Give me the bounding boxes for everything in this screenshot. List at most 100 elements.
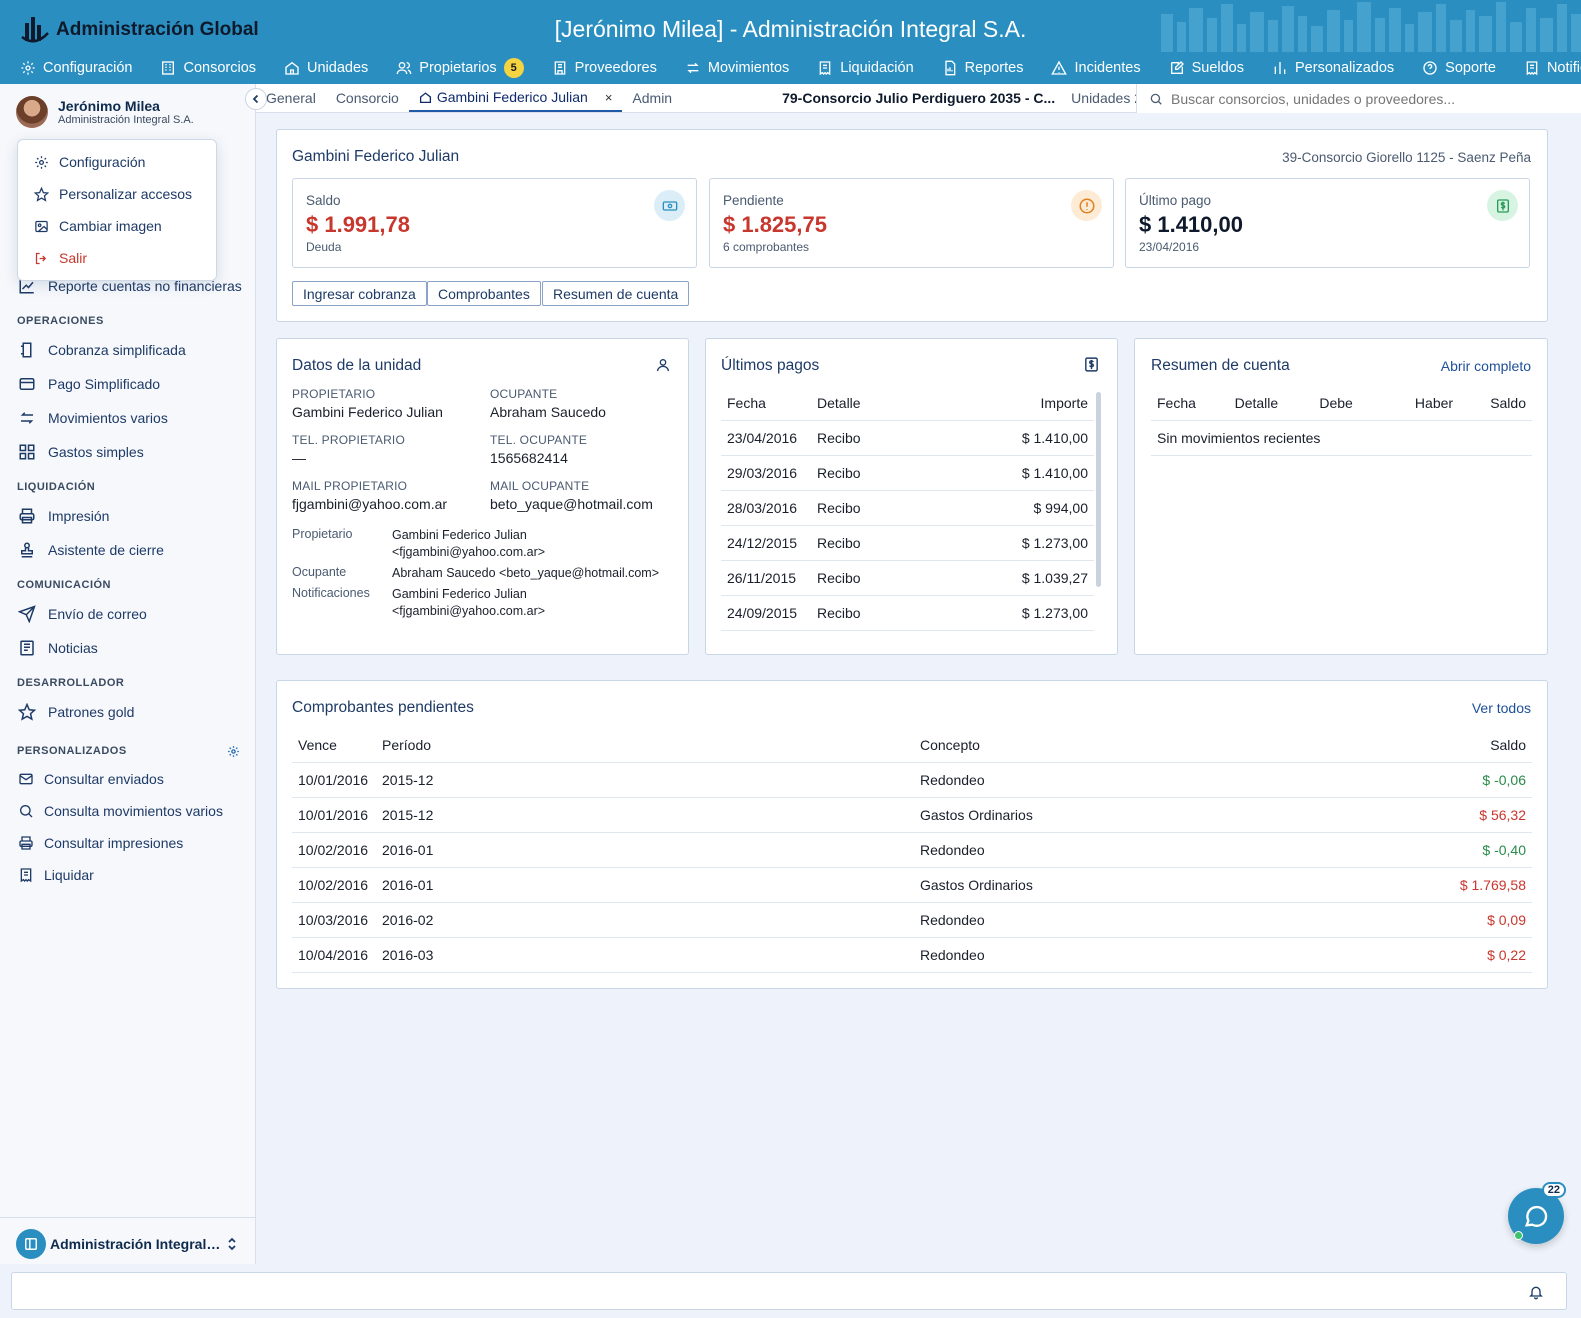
tab-consorcio[interactable]: Consorcio <box>326 84 409 112</box>
sidebar-collapse-button[interactable] <box>245 88 267 110</box>
sidebar-item-consulta-movimientos[interactable]: Consulta movimientos varios <box>0 795 256 827</box>
cell-periodo: 2016-01 <box>376 832 914 868</box>
help-icon <box>1423 61 1437 75</box>
ingresar-cobranza-button[interactable]: Ingresar cobranza <box>292 281 427 306</box>
sidebar-item-cobranza[interactable]: Cobranza simplificada <box>0 333 256 367</box>
sidebar-item-pago[interactable]: Pago Simplificado <box>0 367 256 401</box>
cell-fecha: 24/09/2015 <box>721 595 811 631</box>
nav-personalizados[interactable]: Personalizados <box>1272 60 1394 76</box>
table-row[interactable]: 10/03/2016 2016-02 Redondeo $ 0,09 <box>292 902 1532 938</box>
sidebar-item-gastos-simples[interactable]: Gastos simples <box>0 435 256 469</box>
cell-vence: 10/01/2016 <box>292 797 376 833</box>
sidebar-item-noticias[interactable]: Noticias <box>0 631 256 665</box>
user-menu-cambiar-imagen[interactable]: Cambiar imagen <box>18 210 216 242</box>
building-icon <box>162 61 175 75</box>
nav-sueldos[interactable]: Sueldos <box>1169 60 1244 76</box>
cell-importe: $ 1.273,00 <box>928 525 1094 561</box>
nav-movimientos[interactable]: Movimientos <box>685 60 789 76</box>
resumen-cuenta-button[interactable]: Resumen de cuenta <box>542 281 690 306</box>
col-vence: Vence <box>292 729 376 763</box>
nav-proveedores[interactable]: Proveedores <box>552 60 657 76</box>
sidebar-item-asistente-cierre[interactable]: Asistente de cierre <box>0 533 256 567</box>
tab-label: Consorcio <box>335 90 399 106</box>
sidebar-item-envio-correo[interactable]: Envío de correo <box>0 597 256 631</box>
cell-vence: 10/02/2016 <box>292 867 376 903</box>
cell-saldo: $ 0,22 <box>1294 937 1532 973</box>
nav-configuracion[interactable]: Configuración <box>20 60 132 76</box>
nav-unidades[interactable]: Unidades <box>284 60 368 76</box>
summary-card: Gambini Federico Julian 39-Consorcio Gio… <box>276 129 1548 322</box>
nav-consorcios[interactable]: Consorcios <box>160 60 256 76</box>
sidebar-item-label: Impresión <box>48 508 110 524</box>
table-row[interactable]: 10/01/2016 2015-12 Redondeo $ -0,06 <box>292 762 1532 798</box>
table-row[interactable]: 10/04/2016 2016-03 Redondeo $ 0,22 <box>292 937 1532 973</box>
sidebar-nav: Reporte cuentas no financieras OPERACION… <box>0 274 256 891</box>
account-table: Fecha Detalle Debe Haber Saldo Sin movim… <box>1151 387 1532 456</box>
stat-value: $ 1.410,00 <box>1139 212 1243 237</box>
cell-detalle: Recibo <box>811 525 929 561</box>
newspaper-icon <box>20 640 34 656</box>
table-row[interactable]: 29/03/2016 Recibo $ 1.410,00 <box>721 455 1094 491</box>
nav-reportes[interactable]: Reportes <box>942 60 1023 76</box>
gear-icon[interactable] <box>227 745 240 758</box>
col-saldo: Saldo <box>1459 387 1532 421</box>
section-title: LIQUIDACIÓN <box>17 481 96 493</box>
col-concepto: Concepto <box>914 729 1295 763</box>
user-menu-salir[interactable]: Salir <box>18 242 216 274</box>
table-row[interactable]: 10/02/2016 2016-01 Redondeo $ -0,40 <box>292 832 1532 868</box>
stat-label: Pendiente <box>723 193 784 208</box>
table-row[interactable]: 26/11/2015 Recibo $ 1.039,27 <box>721 560 1094 596</box>
tab-label: Admin <box>632 90 673 106</box>
tab-close-button[interactable]: × <box>605 90 613 105</box>
tab-gambini[interactable]: Gambini Federico Julian × <box>408 84 623 112</box>
dollar-document-icon[interactable] <box>1083 356 1100 373</box>
sidebar-item-consultar-enviados[interactable]: Consultar enviados <box>0 763 256 795</box>
current-consorcio: 79-Consorcio Julio Perdiguero 2035 - C..… <box>682 84 1150 112</box>
cell-fecha: 28/03/2016 <box>721 490 811 526</box>
credit-card-icon <box>19 378 35 390</box>
tab-admin[interactable]: Admin <box>622 84 682 112</box>
sidebar-item-consultar-impresiones[interactable]: Consultar impresiones <box>0 827 256 859</box>
home-icon <box>419 91 431 103</box>
sidebar-item-impresion[interactable]: Impresión <box>0 499 256 533</box>
nav-incidentes[interactable]: Incidentes <box>1051 60 1141 76</box>
search-icon <box>20 805 33 818</box>
table-row[interactable]: 24/09/2015 Recibo $ 1.273,00 <box>721 595 1094 631</box>
user-menu-personalizar[interactable]: Personalizar accesos <box>18 178 216 210</box>
table-row[interactable]: 23/04/2016 Recibo $ 1.410,00 <box>721 420 1094 456</box>
nav-label: Incidentes <box>1074 60 1141 76</box>
contact-value: Gambini Federico Julian <fjgambini@yahoo… <box>392 528 546 559</box>
org-switcher[interactable]: Administración Integral S.A. <box>0 1217 256 1269</box>
table-row[interactable]: 10/02/2016 2016-01 Gastos Ordinarios $ 1.76… <box>292 867 1532 903</box>
nav-notificar[interactable]: Notificar <box>1524 60 1581 76</box>
nav-propietarios[interactable]: Propietarios 5 <box>396 58 524 78</box>
cell-periodo: 2016-03 <box>376 937 914 973</box>
unit-data-card: Datos de la unidad PROPIETARIO Gambini F… <box>276 338 689 655</box>
contact-row: Propietario Gambini Federico Julian <fjg… <box>292 527 677 561</box>
table-row[interactable]: 10/01/2016 2015-12 Gastos Ordinarios $ 56,3… <box>292 797 1532 833</box>
avatar[interactable] <box>16 96 48 128</box>
chat-button[interactable]: 22 <box>1508 1182 1566 1244</box>
sidebar-item-movimientos-varios[interactable]: Movimientos varios <box>0 401 256 435</box>
users-icon <box>396 61 412 75</box>
consorcio-name: 79-Consorcio Julio Perdiguero 2035 - C..… <box>782 90 1056 106</box>
nav-liquidacion[interactable]: Liquidación <box>817 60 914 76</box>
search-input[interactable] <box>1171 90 1551 107</box>
comprobantes-button[interactable]: Comprobantes <box>427 281 541 306</box>
user-menu-configuracion[interactable]: Configuración <box>18 146 216 178</box>
bell-icon[interactable] <box>1528 1284 1544 1300</box>
tab-label: General <box>266 90 316 106</box>
sidebar-item-label: Consultar impresiones <box>44 835 184 851</box>
user-icon[interactable] <box>655 357 671 373</box>
table-row[interactable]: 24/12/2015 Recibo $ 1.273,00 <box>721 525 1094 561</box>
payments-scrollbar[interactable] <box>1096 392 1101 587</box>
user-profile[interactable]: Jerónimo Milea Administración Integral S… <box>16 96 194 128</box>
nav-soporte[interactable]: Soporte <box>1422 60 1496 76</box>
table-row[interactable]: 28/03/2016 Recibo $ 994,00 <box>721 490 1094 526</box>
abrir-completo-link[interactable]: Abrir completo <box>1441 358 1531 374</box>
cell-periodo: 2016-02 <box>376 902 914 938</box>
sidebar-item-patrones-gold[interactable]: Patrones gold <box>0 695 256 729</box>
sidebar-item-liquidar[interactable]: Liquidar <box>0 859 256 891</box>
ver-todos-link[interactable]: Ver todos <box>1472 700 1531 716</box>
gear-icon <box>35 155 48 169</box>
